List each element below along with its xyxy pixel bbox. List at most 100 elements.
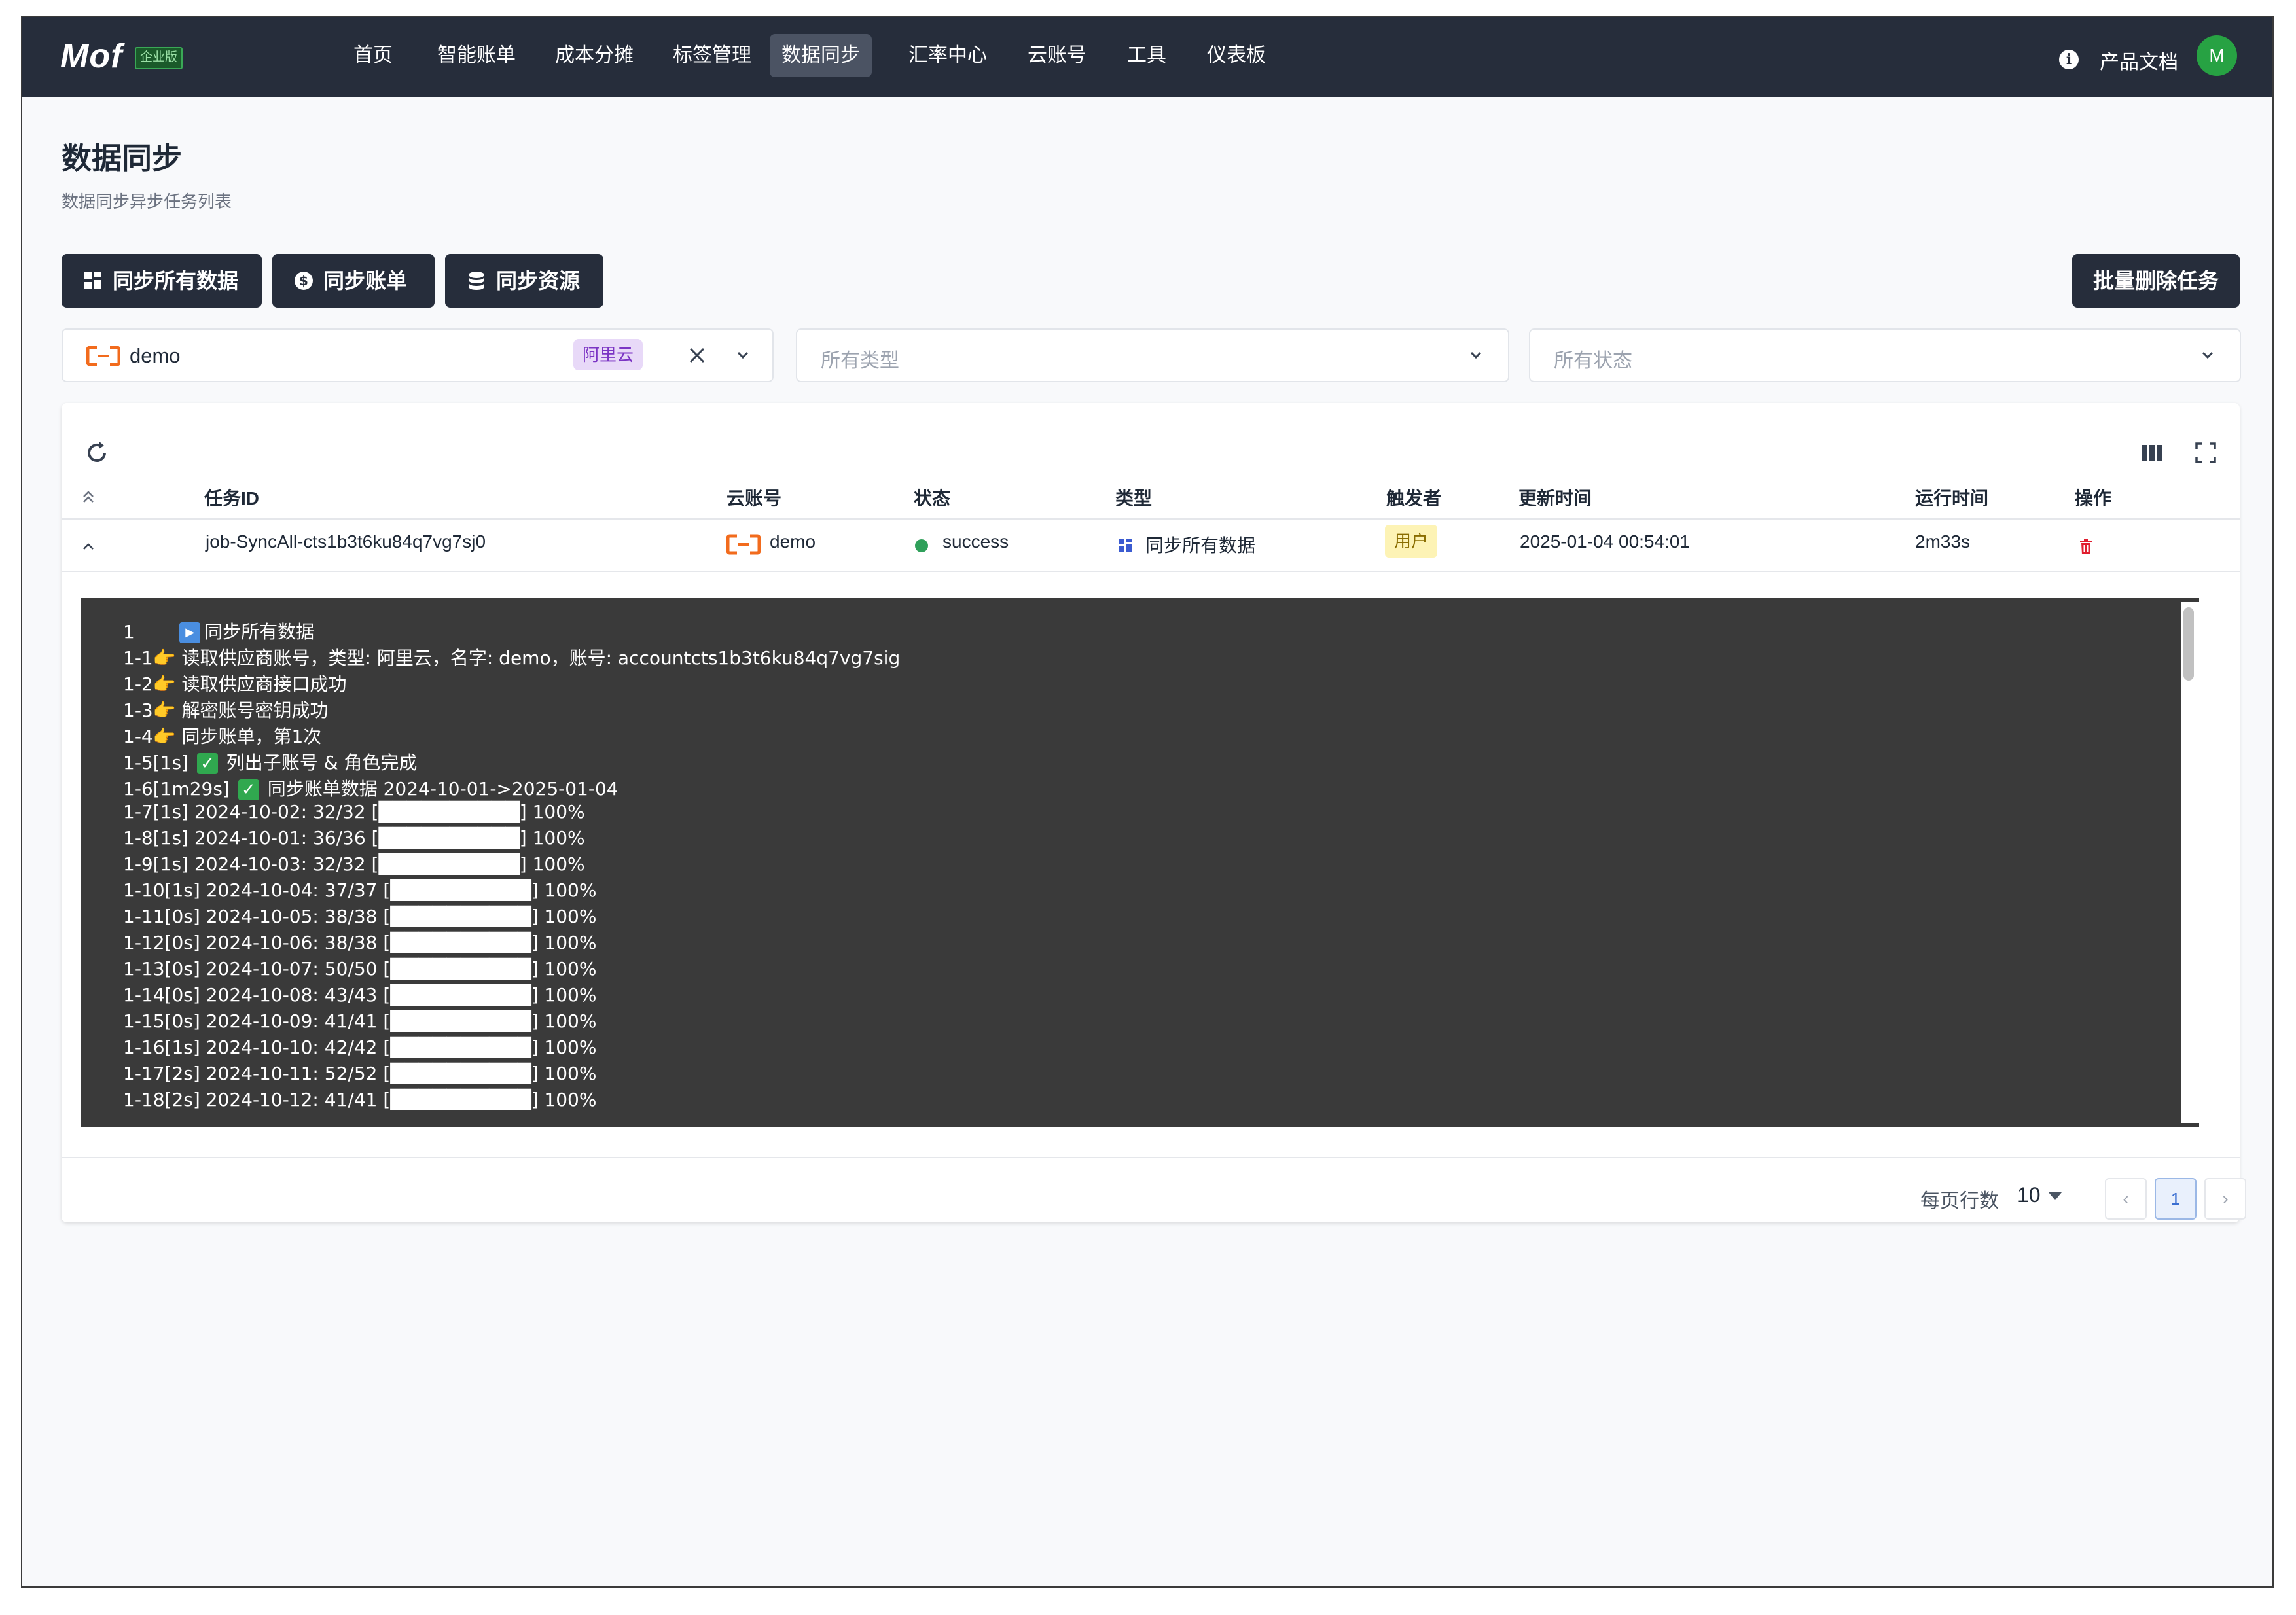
aliyun-logo-icon [86,346,120,366]
aliyun-logo-icon [726,534,761,555]
nav-item-cost-allocation[interactable]: 成本分摊 [543,34,645,77]
log-line: 1-18[2s] 2024-10-12: 41/41 [██████████] … [123,1089,597,1110]
log-line: 1-2👉 读取供应商接口成功 [123,673,347,695]
check-icon: ✓ [238,779,259,800]
page-subtitle: 数据同步异步任务列表 [62,192,232,211]
log-line: 1 ▶ 同步所有数据 [123,621,315,643]
log-scrollbar-thumb[interactable] [2183,607,2194,681]
nav-item-tag-management[interactable]: 标签管理 [661,34,763,77]
col-header-actions: 操作 [2075,488,2112,508]
col-header-task-id[interactable]: 任务ID [204,484,259,510]
row-divider [62,571,2240,572]
log-line: 1-10[1s] 2024-10-04: 37/37 [██████████] … [123,879,597,901]
app-logo[interactable]: Mof [60,37,122,76]
chevron-up-icon[interactable] [79,537,98,556]
chevron-down-icon[interactable] [1466,346,1486,365]
type-filter-placeholder: 所有类型 [821,350,899,372]
log-line: 1-11[0s] 2024-10-05: 38/38 [██████████] … [123,906,597,927]
database-icon [466,270,487,291]
sync-all-button[interactable]: 同步所有数据 [62,254,262,308]
chevron-down-icon[interactable] [733,346,753,365]
log-line: 1-13[0s] 2024-10-07: 50/50 [██████████] … [123,958,597,980]
top-navbar: Mof 企业版 首页 智能账单 成本分摊 标签管理 数据同步 汇率中心 云账号 … [22,17,2272,97]
columns-icon[interactable] [2139,440,2165,466]
sync-bill-label: 同步账单 [323,269,408,293]
page-title: 数据同步 [62,141,182,175]
edition-badge: 企业版 [135,47,183,69]
log-line: 1-1👉 读取供应商账号，类型: 阿里云，名字: demo，账号: accoun… [123,647,901,669]
log-line: 1-3👉 解密账号密钥成功 [123,700,329,721]
collapse-all-icon[interactable] [79,487,98,506]
rows-per-page-label: 每页行数 [1920,1190,1999,1212]
next-page-button[interactable]: › [2204,1178,2246,1220]
nav-item-data-sync[interactable]: 数据同步 [770,34,872,77]
account-filter-value: demo [130,344,181,367]
docs-link[interactable]: 产品文档 [2100,46,2178,75]
trigger-tag: 用户 [1385,525,1438,558]
log-line: 1-12[0s] 2024-10-06: 38/38 [██████████] … [123,932,597,953]
log-line: 1-9[1s] 2024-10-03: 32/32 [██████████] 1… [123,853,585,875]
nav-item-smart-bill[interactable]: 智能账单 [425,34,528,77]
type-filter[interactable]: 所有类型 [796,328,1509,382]
grid-icon [82,270,103,291]
log-line: 1-6[1m29s] ✓ 同步账单数据 2024-10-01->2025-01-… [123,778,619,800]
caret-down-icon[interactable] [2049,1192,2062,1200]
status-filter-placeholder: 所有状态 [1554,350,1632,372]
sync-resource-label: 同步资源 [496,269,581,293]
col-header-runtime[interactable]: 运行时间 [1915,484,1988,510]
chevron-down-icon[interactable] [2198,346,2217,365]
log-line: 1-15[0s] 2024-10-09: 41/41 [██████████] … [123,1010,597,1032]
footer-divider [62,1157,2240,1158]
prev-page-button[interactable]: ‹ [2105,1178,2147,1220]
check-icon: ✓ [196,753,218,774]
nav-item-dashboard[interactable]: 仪表板 [1195,34,1278,77]
type-cell: 同步所有数据 [1145,535,1256,556]
col-header-account[interactable]: 云账号 [726,484,781,510]
nav-item-home[interactable]: 首页 [342,34,404,77]
sync-bill-button[interactable]: $ 同步账单 [272,254,435,308]
sync-resource-button[interactable]: 同步资源 [445,254,603,308]
account-filter[interactable]: demo 阿里云 [62,328,774,382]
log-line: 1-5[1s] ✓ 列出子账号 & 角色完成 [123,752,418,774]
dollar-icon: $ [293,270,314,291]
col-header-updated[interactable]: 更新时间 [1518,484,1592,510]
col-header-type[interactable]: 类型 [1115,484,1152,510]
task-id-cell: job-SyncAll-cts1b3t6ku84q7vg7sj0 [206,531,486,552]
trash-icon[interactable] [2076,537,2096,556]
log-line: 1-7[1s] 2024-10-02: 32/32 [██████████] 1… [123,801,585,823]
log-line: 1-4👉 同步账单，第1次 [123,726,322,747]
nav-item-cloud-account[interactable]: 云账号 [1016,34,1098,77]
status-cell: success [942,531,1009,552]
log-line: 1-8[1s] 2024-10-01: 36/36 [██████████] 1… [123,827,585,849]
header-divider [62,518,2240,520]
clear-icon[interactable] [686,344,708,366]
runtime-cell: 2m33s [1915,531,1971,552]
task-table-card: 任务ID 云账号 状态 类型 触发者 更新时间 运行时间 操作 job-Sync… [62,403,2246,1222]
log-line: 1-16[1s] 2024-10-10: 42/42 [██████████] … [123,1037,597,1058]
nav-item-exchange-rate[interactable]: 汇率中心 [897,34,999,77]
log-scrollbar[interactable] [2181,602,2199,1123]
info-icon[interactable]: i [2059,50,2079,69]
fullscreen-icon[interactable] [2193,440,2219,466]
status-filter[interactable]: 所有状态 [1529,328,2241,382]
log-line: 1-14[0s] 2024-10-08: 43/43 [██████████] … [123,984,597,1006]
col-header-status[interactable]: 状态 [914,484,950,510]
nav-item-tools[interactable]: 工具 [1115,34,1178,77]
app-window: Mof 企业版 首页 智能账单 成本分摊 标签管理 数据同步 汇率中心 云账号 … [21,16,2274,1588]
page-button-current[interactable]: 1 [2155,1178,2197,1220]
account-cell: demo [770,531,816,552]
provider-tag: 阿里云 [573,339,643,370]
updated-cell: 2025-01-04 00:54:01 [1520,531,1690,552]
grid-icon [1117,537,1134,554]
user-avatar[interactable]: M [2197,35,2237,76]
play-icon: ▶ [179,622,201,643]
log-line: 1-17[2s] 2024-10-11: 52/52 [██████████] … [123,1063,597,1084]
refresh-icon[interactable] [84,440,110,466]
col-header-trigger[interactable]: 触发者 [1386,484,1441,510]
svg-text:$: $ [299,273,308,289]
sync-all-label: 同步所有数据 [113,269,239,293]
batch-delete-button[interactable]: 批量删除任务 [2072,254,2240,308]
status-dot [915,539,928,552]
rows-per-page-select[interactable]: 10 [2017,1183,2041,1207]
task-log-panel[interactable]: 1 ▶ 同步所有数据 1-1👉 读取供应商账号，类型: 阿里云，名字: demo，… [81,598,2199,1127]
